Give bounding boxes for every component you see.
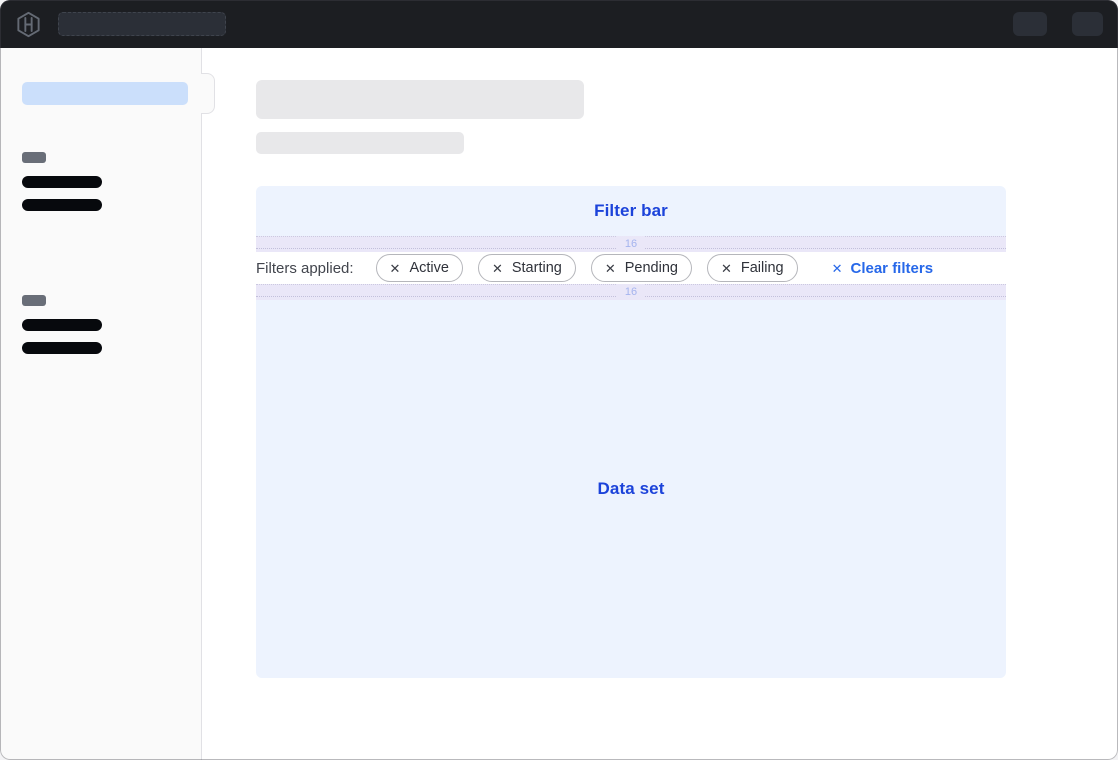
nav-action-placeholder-2[interactable] bbox=[1072, 12, 1103, 36]
filter-bar-region: Filter bar bbox=[256, 186, 1006, 236]
page-title-placeholder bbox=[256, 80, 584, 119]
main-content: Filter bar 16 Filters applied: ✕ Active … bbox=[202, 48, 1118, 760]
chip-close-icon[interactable]: ✕ bbox=[605, 262, 616, 275]
filter-bar-label: Filter bar bbox=[594, 201, 668, 221]
app-window: Filter bar 16 Filters applied: ✕ Active … bbox=[0, 0, 1118, 760]
clear-filters-close-icon: ✕ bbox=[832, 262, 843, 275]
sidebar-section-2-item-placeholder bbox=[22, 319, 102, 331]
data-set-label: Data set bbox=[598, 479, 665, 499]
sidebar-section-1 bbox=[22, 152, 102, 222]
sidebar-section-1-kicker-placeholder bbox=[22, 152, 46, 163]
spacing-annotation-bottom-value: 16 bbox=[617, 284, 645, 300]
filter-chip-pending[interactable]: ✕ Pending bbox=[591, 254, 692, 282]
clear-filters-label: Clear filters bbox=[851, 260, 934, 277]
sidebar-section-2 bbox=[22, 295, 102, 365]
app-body: Filter bar 16 Filters applied: ✕ Active … bbox=[0, 48, 1118, 760]
spacing-annotation-top: 16 bbox=[256, 236, 1006, 252]
data-set-region: Data set bbox=[256, 300, 1006, 678]
sidebar-section-1-item-placeholder bbox=[22, 199, 102, 211]
filter-chip-failing[interactable]: ✕ Failing bbox=[707, 254, 798, 282]
nav-action-placeholder-1[interactable] bbox=[1013, 12, 1047, 36]
chip-close-icon[interactable]: ✕ bbox=[492, 262, 503, 275]
clear-filters-link[interactable]: ✕ Clear filters bbox=[832, 260, 933, 277]
filter-chip-failing-label: Failing bbox=[741, 260, 784, 276]
filter-chip-pending-label: Pending bbox=[625, 260, 678, 276]
page-subtitle-placeholder bbox=[256, 132, 464, 154]
hashicorp-logo-icon[interactable] bbox=[15, 11, 42, 38]
nav-search-placeholder[interactable] bbox=[58, 12, 226, 36]
filters-applied-row: Filters applied: ✕ Active ✕ Starting ✕ P… bbox=[256, 252, 1006, 284]
chip-close-icon[interactable]: ✕ bbox=[721, 262, 732, 275]
sidebar-section-2-kicker-placeholder bbox=[22, 295, 46, 306]
chip-close-icon[interactable]: ✕ bbox=[390, 262, 401, 275]
sidebar-section-2-item-placeholder bbox=[22, 342, 102, 354]
sidebar-section-1-item-placeholder bbox=[22, 176, 102, 188]
filter-chip-active-label: Active bbox=[409, 260, 449, 276]
filter-chip-starting[interactable]: ✕ Starting bbox=[478, 254, 576, 282]
content-column: Filter bar 16 Filters applied: ✕ Active … bbox=[256, 80, 1006, 678]
spacing-annotation-bottom: 16 bbox=[256, 284, 1006, 300]
filters-applied-label: Filters applied: bbox=[256, 260, 354, 277]
spacing-annotation-top-value: 16 bbox=[617, 236, 645, 252]
filter-chip-starting-label: Starting bbox=[512, 260, 562, 276]
top-nav bbox=[0, 0, 1118, 48]
sidebar-item-selected[interactable] bbox=[22, 82, 188, 105]
filter-chip-active[interactable]: ✕ Active bbox=[376, 254, 463, 282]
sidebar-flyout-notch bbox=[201, 73, 215, 114]
sidebar bbox=[0, 48, 202, 760]
